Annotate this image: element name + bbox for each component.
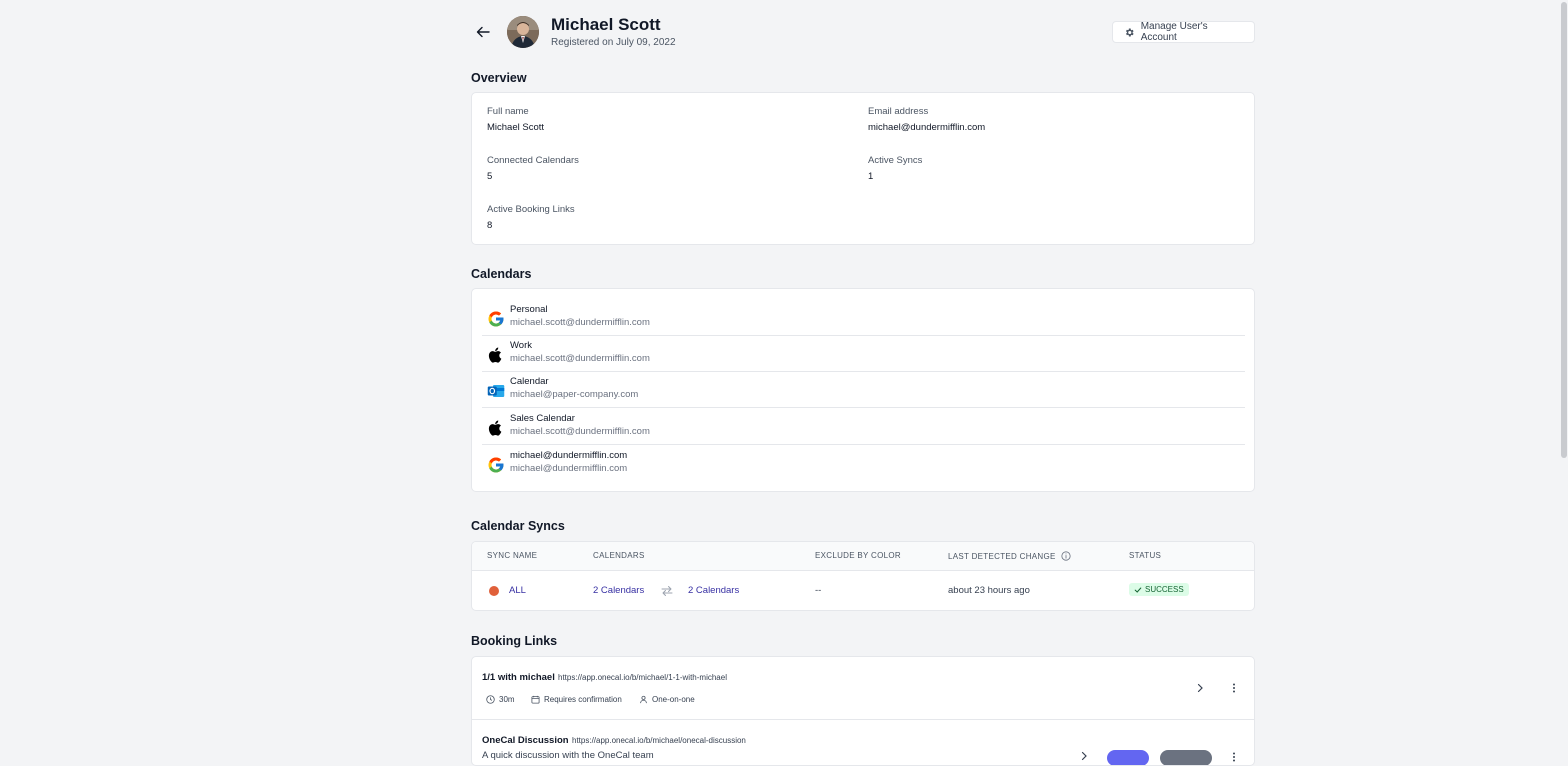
col-calendars: Calendars bbox=[593, 551, 645, 560]
target-calendars-link[interactable]: 2 Calendars bbox=[688, 585, 739, 596]
source-calendars-link[interactable]: 2 Calendars bbox=[593, 585, 644, 596]
type-meta: One-on-one bbox=[639, 695, 695, 704]
calendar-syncs-title: Calendar Syncs bbox=[471, 519, 565, 533]
booking-link-title: 1/1 with michael bbox=[482, 672, 555, 683]
booking-link-item[interactable]: 1/1 with michael https://app.onecal.io/b… bbox=[472, 657, 1254, 720]
booking-link-url[interactable]: https://app.onecal.io/b/michael/1-1-with… bbox=[558, 673, 727, 682]
sync-arrows-icon bbox=[661, 586, 673, 596]
gear-icon bbox=[1125, 27, 1134, 37]
confirmation-label: Requires confirmation bbox=[544, 695, 622, 704]
calendars-card: Personal michael.scott@dundermifflin.com… bbox=[471, 288, 1255, 492]
overview-title: Overview bbox=[471, 71, 527, 85]
email-label: Email address bbox=[868, 106, 929, 117]
arrow-left-icon bbox=[476, 26, 490, 38]
col-last-change-label: Last detected change bbox=[948, 551, 1056, 561]
active-syncs-label: Active Syncs bbox=[868, 155, 923, 166]
apple-icon bbox=[488, 420, 502, 436]
scrollbar-track[interactable] bbox=[1560, 0, 1568, 757]
calendar-item: michael@dundermifflin.com michael@dunder… bbox=[482, 446, 1245, 482]
status-badge: SUCCESS bbox=[1129, 583, 1189, 596]
manage-account-button[interactable]: Manage User's Account bbox=[1112, 21, 1255, 43]
google-icon bbox=[488, 311, 504, 327]
calendar-name: Calendar bbox=[510, 376, 549, 387]
calendars-title: Calendars bbox=[471, 267, 532, 281]
chevron-right-icon[interactable] bbox=[1079, 751, 1089, 761]
calendar-email: michael.scott@dundermifflin.com bbox=[510, 317, 650, 328]
sync-name-link[interactable]: ALL bbox=[509, 585, 526, 596]
google-icon bbox=[488, 457, 504, 473]
calendar-icon bbox=[531, 695, 540, 704]
active-syncs-value: 1 bbox=[868, 171, 874, 182]
avatar bbox=[507, 16, 539, 48]
calendar-email: michael.scott@dundermifflin.com bbox=[510, 353, 650, 364]
more-vertical-icon[interactable] bbox=[1229, 752, 1239, 762]
chevron-right-icon[interactable] bbox=[1195, 683, 1205, 693]
status-label: SUCCESS bbox=[1145, 585, 1184, 594]
connected-calendars-label: Connected Calendars bbox=[487, 155, 579, 166]
connected-calendars-value: 5 bbox=[487, 171, 493, 182]
overview-card: Full name Michael Scott Email address mi… bbox=[471, 92, 1255, 245]
duration-meta: 30m bbox=[486, 695, 515, 704]
tag-badge bbox=[1160, 750, 1212, 765]
user-name: Michael Scott bbox=[551, 15, 661, 34]
col-status: Status bbox=[1129, 551, 1162, 560]
syncs-table: Sync Name Calendars Exclude by color Las… bbox=[471, 541, 1255, 611]
calendar-item: Personal michael.scott@dundermifflin.com bbox=[482, 300, 1245, 336]
calendar-name: Work bbox=[510, 340, 532, 351]
syncs-table-header: Sync Name Calendars Exclude by color Las… bbox=[472, 542, 1254, 571]
confirmation-meta: Requires confirmation bbox=[531, 695, 622, 704]
info-icon[interactable] bbox=[1061, 551, 1071, 561]
booking-links-card: 1/1 with michael https://app.onecal.io/b… bbox=[471, 656, 1255, 766]
type-label: One-on-one bbox=[652, 695, 695, 704]
user-icon bbox=[640, 695, 647, 704]
back-button[interactable] bbox=[473, 22, 493, 42]
scrollbar-thumb[interactable] bbox=[1561, 2, 1567, 458]
col-last-change: Last detected change bbox=[948, 551, 1071, 561]
check-icon bbox=[1134, 586, 1142, 593]
booking-links-title: Booking Links bbox=[471, 634, 558, 648]
booking-link-item[interactable]: OneCal Discussion https://app.onecal.io/… bbox=[472, 719, 1254, 765]
tag-badge bbox=[1107, 750, 1149, 765]
apple-icon bbox=[488, 347, 502, 363]
calendar-email: michael.scott@dundermifflin.com bbox=[510, 426, 650, 437]
last-change-value: about 23 hours ago bbox=[948, 585, 1030, 596]
calendar-email: michael@paper-company.com bbox=[510, 389, 639, 400]
manage-account-label: Manage User's Account bbox=[1140, 21, 1208, 43]
calendar-email: michael@dundermifflin.com bbox=[510, 463, 628, 474]
booking-link-title: OneCal Discussion bbox=[482, 735, 569, 746]
calendar-item: Calendar michael@paper-company.com bbox=[482, 372, 1245, 408]
registered-date: Registered on July 09, 2022 bbox=[551, 37, 676, 48]
sync-color-dot bbox=[489, 586, 499, 596]
col-exclude-by-color: Exclude by color bbox=[815, 551, 902, 560]
full-name-label: Full name bbox=[487, 106, 529, 117]
email-value: michael@dundermifflin.com bbox=[868, 122, 986, 133]
exclude-by-color-value: -- bbox=[815, 585, 822, 596]
calendar-item: Sales Calendar michael.scott@dundermiffl… bbox=[482, 409, 1245, 445]
calendar-name: michael@dundermifflin.com bbox=[510, 450, 628, 461]
table-row[interactable]: ALL 2 Calendars 2 Calendars -- about 23 … bbox=[472, 570, 1254, 610]
booking-link-url[interactable]: https://app.onecal.io/b/michael/onecal-d… bbox=[572, 736, 746, 745]
booking-link-description: A quick discussion with the OneCal team bbox=[482, 750, 654, 761]
duration-label: 30m bbox=[499, 695, 515, 704]
booking-links-value: 8 bbox=[487, 220, 493, 231]
col-sync-name: Sync Name bbox=[487, 551, 538, 560]
clock-icon bbox=[486, 695, 495, 704]
more-vertical-icon[interactable] bbox=[1229, 683, 1239, 693]
full-name-value: Michael Scott bbox=[487, 122, 545, 133]
calendar-name: Sales Calendar bbox=[510, 413, 575, 424]
booking-links-label: Active Booking Links bbox=[487, 204, 575, 215]
outlook-icon bbox=[487, 385, 505, 397]
calendar-item: Work michael.scott@dundermifflin.com bbox=[482, 336, 1245, 372]
calendar-name: Personal bbox=[510, 304, 548, 315]
